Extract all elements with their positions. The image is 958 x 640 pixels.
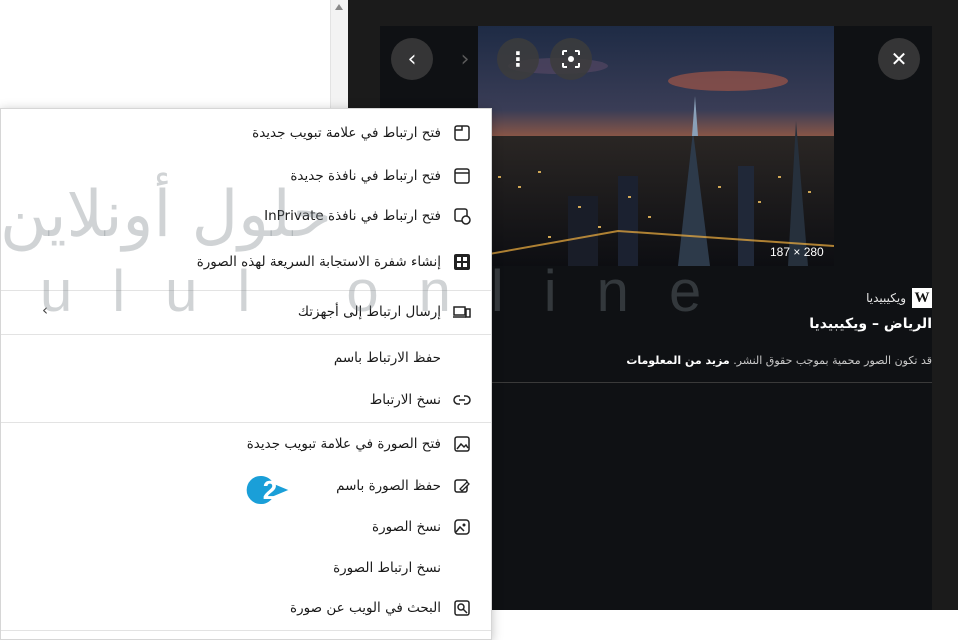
- new-tab-icon: [451, 122, 473, 144]
- previous-image-button[interactable]: ‹: [391, 38, 433, 80]
- close-icon: ✕: [890, 47, 908, 71]
- menu-item-label: نسخ الارتباط: [369, 392, 441, 408]
- new-window-icon: [451, 165, 473, 187]
- menu-item-copy-image[interactable]: نسخ الصورة: [3, 510, 473, 544]
- watermark-arabic: حلول أونلاين: [0, 178, 332, 252]
- menu-item-label: حفظ الارتباط باسم: [333, 350, 441, 366]
- copyright-text: قد تكون الصور محمية بموجب حقوق النشر.: [733, 354, 932, 367]
- menu-item-label: فتح ارتباط في علامة تبويب جديدة: [252, 125, 441, 141]
- menu-item-label: نسخ الصورة: [372, 519, 441, 535]
- image-source[interactable]: ويكيبيديا W: [820, 288, 932, 308]
- menu-item-save-image-as[interactable]: حفظ الصورة باسم: [3, 469, 473, 503]
- watermark-latin: ulul online: [40, 259, 742, 324]
- divider: [490, 382, 932, 383]
- visual-search-icon: [562, 50, 580, 68]
- next-image-button[interactable]: ›: [444, 38, 486, 80]
- menu-item-open-image-new-tab[interactable]: فتح الصورة في علامة تبويب جديدة: [3, 427, 473, 461]
- menu-item-search-web-for-image[interactable]: البحث في الويب عن صورة: [3, 591, 473, 625]
- menu-item-label: نسخ ارتباط الصورة: [333, 560, 441, 576]
- menu-item-copy-image-link[interactable]: نسخ ارتباط الصورة: [3, 551, 473, 585]
- more-vertical-icon: ⋮: [508, 47, 528, 71]
- chevron-right-icon: ›: [460, 46, 470, 72]
- copy-image-icon: [451, 516, 473, 538]
- step-number-badge: 2: [262, 474, 278, 505]
- chevron-left-icon: ‹: [407, 46, 417, 72]
- image-size-label: 187 × 280: [770, 245, 824, 259]
- open-image-tab-icon: [451, 433, 473, 455]
- link-icon: [451, 389, 473, 411]
- source-name: ويكيبيديا: [866, 291, 906, 305]
- menu-separator: [1, 422, 491, 423]
- menu-separator: [1, 630, 491, 631]
- menu-separator: [1, 334, 491, 335]
- close-viewer-button[interactable]: ✕: [878, 38, 920, 80]
- menu-item-label: البحث في الويب عن صورة: [290, 600, 441, 616]
- menu-item-open-link-new-tab[interactable]: فتح ارتباط في علامة تبويب جديدة: [3, 116, 473, 150]
- learn-more-link[interactable]: مزيد من المعلومات: [626, 354, 729, 367]
- inprivate-window-icon: [451, 205, 473, 227]
- image-title-link[interactable]: الرياض – ويكيبيديا: [809, 316, 932, 332]
- menu-item-label: فتح الصورة في علامة تبويب جديدة: [246, 436, 441, 452]
- wikipedia-icon: W: [912, 288, 932, 308]
- menu-item-save-link-as[interactable]: حفظ الارتباط باسم: [3, 341, 473, 375]
- copyright-notice: قد تكون الصور محمية بموجب حقوق النشر. مز…: [626, 354, 932, 367]
- scroll-up-arrow-icon[interactable]: [335, 4, 343, 10]
- menu-item-copy-link[interactable]: نسخ الارتباط: [3, 383, 473, 417]
- image-search-icon: [451, 597, 473, 619]
- visual-search-button[interactable]: [550, 38, 592, 80]
- more-options-button[interactable]: ⋮: [497, 38, 539, 80]
- menu-item-label: حفظ الصورة باسم: [336, 478, 441, 494]
- save-image-icon: [451, 475, 473, 497]
